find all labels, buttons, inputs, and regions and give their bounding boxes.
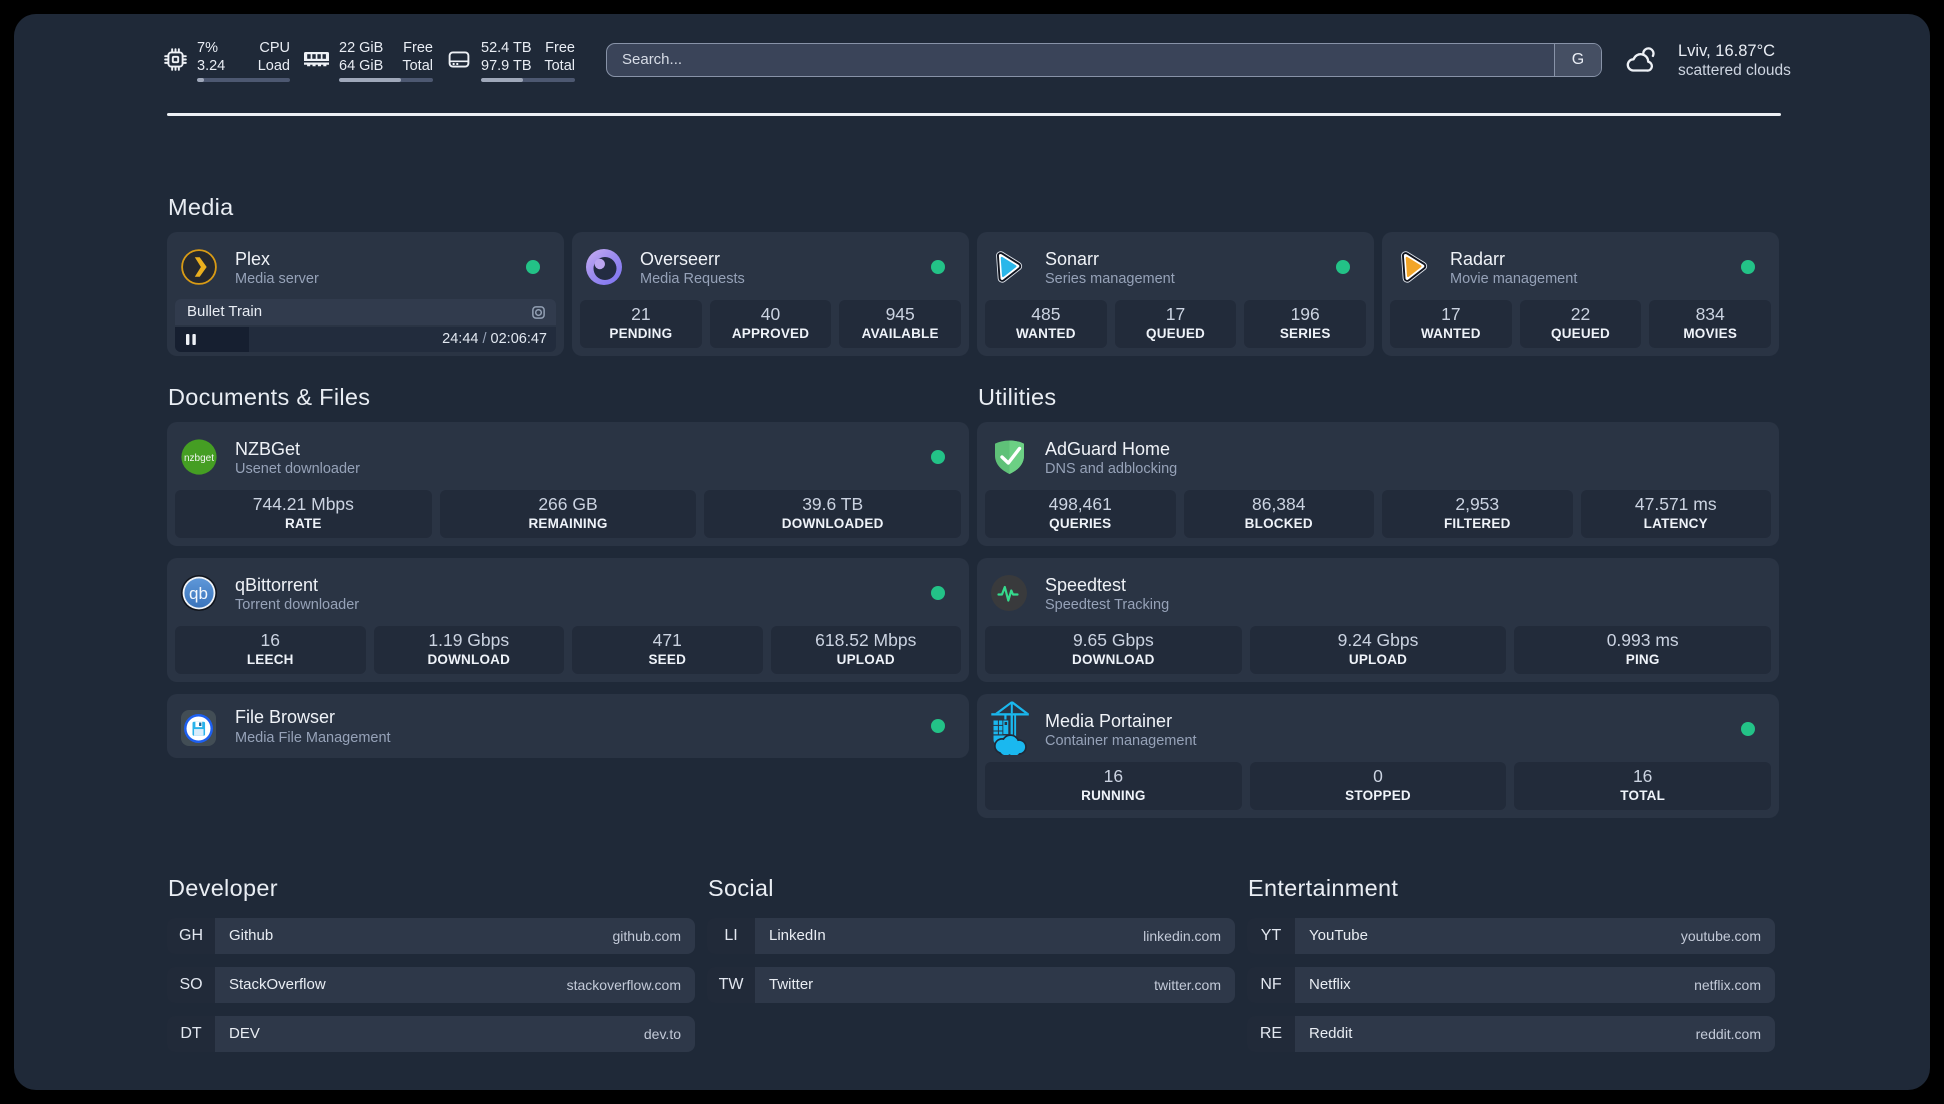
svg-text:qb: qb <box>189 584 208 603</box>
svg-text:nzbget: nzbget <box>184 453 214 464</box>
